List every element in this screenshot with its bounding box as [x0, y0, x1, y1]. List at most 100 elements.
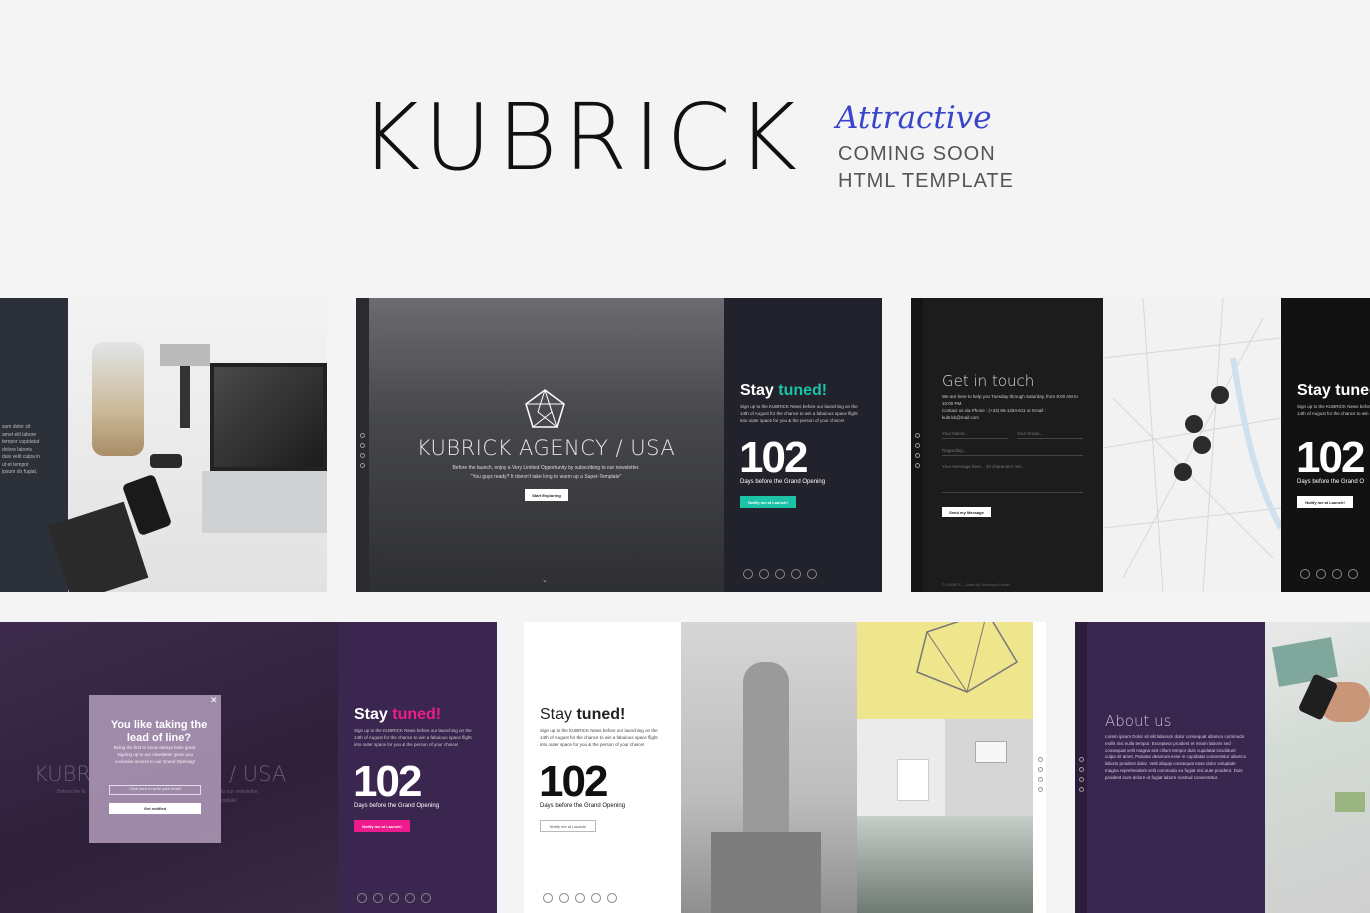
contact-heading: Get in touch: [942, 372, 1035, 390]
polyhedron-logo-icon: [525, 389, 565, 429]
close-icon[interactable]: ✕: [210, 695, 218, 706]
bg-text-left: Before the la: [57, 789, 86, 795]
pinterest-icon[interactable]: [1348, 569, 1358, 579]
sidebar-text: sum dolor sit amet elit labore tempor cu…: [2, 424, 41, 475]
name-field[interactable]: Your Name...: [942, 431, 1008, 439]
email-field[interactable]: Your Email...: [1017, 431, 1083, 439]
linkedin-icon[interactable]: [807, 569, 817, 579]
tuned-word: tuned!: [392, 706, 442, 723]
statue-pedestal: [711, 832, 821, 913]
hero-script-word: Attractive: [836, 100, 992, 136]
notify-launch-button[interactable]: Notify me at Launch!: [354, 820, 410, 832]
laptop-screen: [210, 363, 327, 471]
magazines-photo: [1265, 622, 1370, 913]
preview-card-about: About us Lorem ipsum Dolor sit elit labo…: [1075, 622, 1370, 913]
preview-card-contact: Get in touch We are here to help you Tue…: [911, 298, 1370, 592]
twitter-icon[interactable]: [759, 569, 769, 579]
facebook-icon[interactable]: [543, 893, 553, 903]
map-pin-icon[interactable]: [1185, 415, 1203, 433]
notify-launch-button[interactable]: Notify me at Launch!: [740, 496, 796, 508]
stay-tuned-heading: Stay tuned!: [540, 706, 625, 724]
popup-text: Being the first to know always feels gre…: [113, 745, 197, 764]
countdown-label: Days before the Grand Opening: [740, 479, 826, 485]
send-message-button[interactable]: Send my Message: [942, 507, 991, 517]
notify-launch-button[interactable]: Notify me at Launch!: [1297, 496, 1353, 508]
countdown-number: 102: [739, 433, 808, 482]
stay-word: Stay: [540, 706, 573, 723]
pencil-cup-tile: [857, 719, 945, 816]
start-exploring-button[interactable]: Start Exploring: [525, 489, 568, 501]
stay-tuned-heading: Stay tuned!: [740, 382, 827, 400]
cloud-icon[interactable]: [389, 893, 399, 903]
twitter-icon[interactable]: [559, 893, 569, 903]
pinterest-icon[interactable]: [405, 893, 415, 903]
stay-tuned-heading: Stay tuned!: [1297, 382, 1370, 400]
section-dots[interactable]: [1038, 757, 1043, 792]
linkedin-icon[interactable]: [421, 893, 431, 903]
subject-field[interactable]: Regarding...: [942, 448, 1083, 456]
contact-details: Contact us via Phone : (+33) 66-1254-611…: [942, 408, 1046, 420]
popup-email-field[interactable]: Click here to write your email: [109, 785, 201, 795]
jar-image: [92, 342, 144, 456]
pinterest-icon[interactable]: [791, 569, 801, 579]
desk-photo: [47, 298, 327, 592]
stay-word: Stay: [354, 706, 388, 723]
message-field[interactable]: Your message here... 20 characters min.: [942, 464, 1083, 493]
cloud-icon[interactable]: [1332, 569, 1342, 579]
preview-card-popup: KUBR / USA Before the la to our newslett…: [0, 622, 497, 913]
stay-tuned-heading: Stay tuned!: [354, 706, 441, 724]
section-dots[interactable]: [915, 433, 920, 468]
countdown-number: 102: [539, 757, 608, 806]
preview-card-light: Stay tuned! Sign up to the KUBRICK News …: [524, 622, 1046, 913]
statue-photo: [681, 622, 857, 913]
countdown-panel: Stay tuned! Sign up to the KUBRICK News …: [1281, 298, 1370, 592]
bg-headline-left: KUBR: [34, 762, 91, 786]
about-heading: About us: [1105, 712, 1172, 730]
hero-subtitle-2: HTML TEMPLATE: [838, 170, 1014, 192]
newsletter-popup[interactable]: ✕ You like taking the lead of line? Bein…: [89, 695, 221, 843]
camera-tile: [945, 719, 1033, 816]
map-panel[interactable]: [1102, 298, 1284, 592]
wire-geometric-icon: [916, 622, 1019, 693]
popup-title: You like taking the lead of line?: [110, 719, 208, 744]
countdown-panel: Stay tuned! Sign up to the KUBRICK News …: [724, 298, 882, 592]
tuned-word: tuned!: [778, 382, 828, 399]
notify-launch-button[interactable]: Notify me at Launch!: [540, 820, 596, 832]
contact-intro: We are here to help you Tuesday through …: [942, 394, 1078, 406]
speaker-image: [160, 344, 210, 366]
section-dots[interactable]: [1079, 757, 1084, 792]
get-notified-button[interactable]: Get notified: [109, 803, 201, 814]
linkedin-icon[interactable]: [607, 893, 617, 903]
pinterest-icon[interactable]: [591, 893, 601, 903]
bg-text-right-2: mplate": [221, 798, 238, 804]
bg-headline-right: / USA: [229, 762, 287, 786]
laptop-base: [202, 471, 327, 533]
map-pin-icon[interactable]: [1211, 386, 1229, 404]
social-links[interactable]: [743, 569, 817, 579]
countdown-label: Days before the Grand Opening: [354, 803, 440, 809]
scroll-down-icon[interactable]: ⌄: [542, 576, 548, 584]
tuned-word: tuned!: [576, 706, 626, 723]
cloud-icon[interactable]: [575, 893, 585, 903]
social-links[interactable]: [543, 893, 617, 903]
forest-tile: [857, 816, 1033, 913]
camera-icon: [975, 741, 1007, 763]
map-pin-icon[interactable]: [1193, 436, 1211, 454]
twitter-icon[interactable]: [373, 893, 383, 903]
newsletter-blurb: Sign up to the KUBRICK News before our l…: [740, 404, 858, 423]
facebook-icon[interactable]: [357, 893, 367, 903]
newsletter-blurb: Sign up to the KUBRICK News before our l…: [354, 728, 472, 747]
contact-footer: © KUBRICK — Made by Dominique Fourier: [942, 583, 1010, 587]
agency-headline: KUBRICK AGENCY / USA: [416, 436, 676, 460]
cloud-icon[interactable]: [775, 569, 785, 579]
speaker-stand: [180, 366, 190, 428]
social-links[interactable]: [357, 893, 431, 903]
social-links[interactable]: [1300, 569, 1358, 579]
money-image: [1335, 792, 1365, 812]
countdown-number: 102: [1296, 433, 1365, 482]
facebook-icon[interactable]: [743, 569, 753, 579]
twitter-icon[interactable]: [1316, 569, 1326, 579]
agency-text-2: "You guys ready? It doesn't take long to…: [470, 474, 622, 480]
map-pin-icon[interactable]: [1174, 463, 1192, 481]
facebook-icon[interactable]: [1300, 569, 1310, 579]
